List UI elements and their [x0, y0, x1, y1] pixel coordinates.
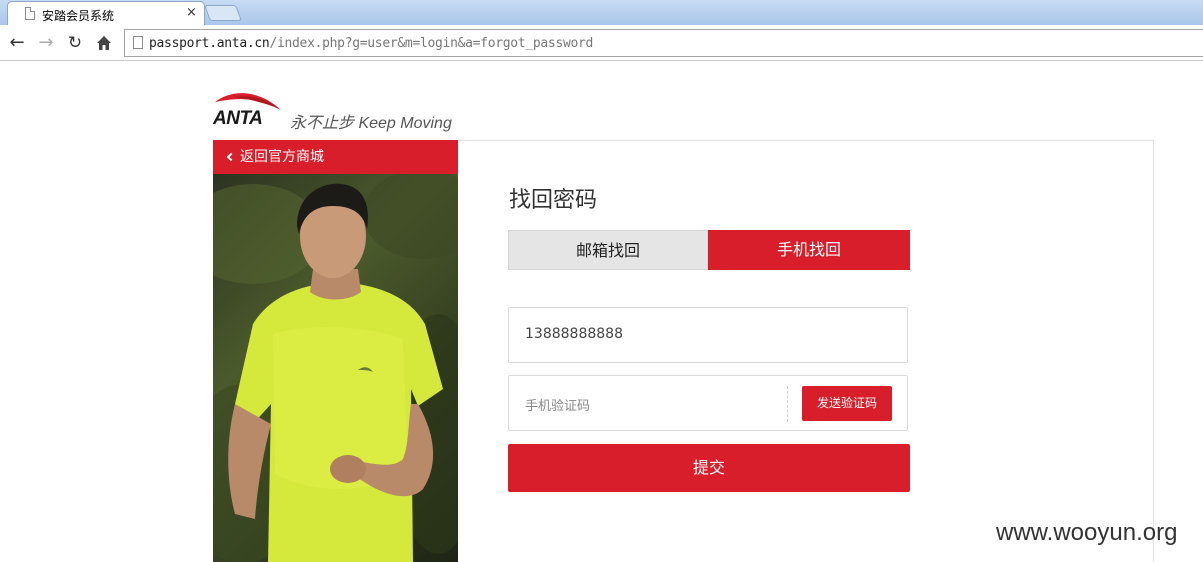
- browser-tab-strip: 安踏会员系统 ×: [0, 0, 1203, 25]
- phone-number-value: 13888888888: [525, 326, 623, 342]
- brand-slogan: 永不止步 Keep Moving: [290, 115, 452, 132]
- tab-email-recovery[interactable]: 邮箱找回: [508, 230, 708, 270]
- url-host: passport.anta.cn: [149, 36, 270, 51]
- send-code-button[interactable]: 发送验证码: [802, 386, 892, 421]
- runner-photo: [213, 174, 458, 562]
- watermark: www.wooyun.org: [996, 519, 1178, 546]
- page-icon: [25, 7, 35, 20]
- url-path: /index.php?g=user&m=login&a=forgot_passw…: [269, 36, 594, 51]
- recovery-method-tabs: 邮箱找回 手机找回: [508, 230, 910, 270]
- home-icon[interactable]: [93, 32, 115, 54]
- back-to-store-link[interactable]: 返回官方商城: [213, 140, 458, 174]
- brand-name: ANTA: [213, 108, 263, 129]
- tab-phone-recovery[interactable]: 手机找回: [708, 230, 910, 270]
- reload-icon[interactable]: ↻: [64, 32, 86, 54]
- page-title: 找回密码: [509, 188, 598, 213]
- promo-panel: 返回官方商城: [213, 140, 458, 562]
- sms-code-field: 手机验证码 发送验证码: [508, 375, 908, 431]
- tab-close-icon[interactable]: ×: [186, 5, 197, 20]
- back-link-label: 返回官方商城: [240, 149, 324, 165]
- back-arrow-icon[interactable]: ←: [6, 32, 28, 54]
- chevron-left-icon: [226, 152, 236, 162]
- sms-code-input[interactable]: 手机验证码: [525, 395, 590, 414]
- browser-tab[interactable]: 安踏会员系统 ×: [7, 1, 205, 25]
- page-icon: [133, 36, 143, 49]
- phone-number-input[interactable]: 13888888888: [508, 307, 908, 363]
- new-tab-button[interactable]: [204, 5, 242, 21]
- field-divider: [787, 386, 788, 422]
- tab-title: 安踏会员系统: [42, 9, 115, 23]
- browser-toolbar: ← → ↻ passport.anta.cn/index.php?g=user&…: [0, 25, 1203, 61]
- forward-arrow-icon[interactable]: →: [35, 32, 57, 54]
- url-text: passport.anta.cn/index.php?g=user&m=logi…: [149, 36, 593, 51]
- address-bar[interactable]: passport.anta.cn/index.php?g=user&m=logi…: [124, 29, 1203, 57]
- submit-button[interactable]: 提交: [508, 444, 910, 492]
- anta-logo[interactable]: ANTA 永不止步 Keep Moving: [213, 90, 453, 132]
